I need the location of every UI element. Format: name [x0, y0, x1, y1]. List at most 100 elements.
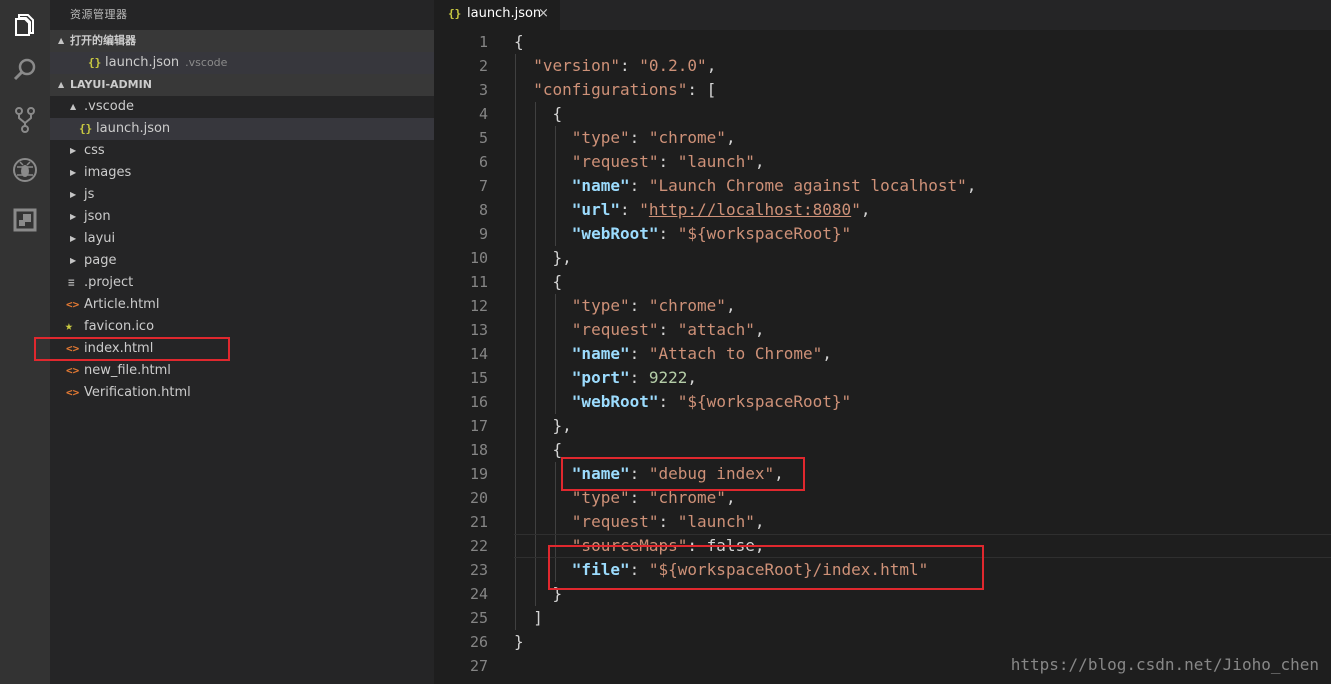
line-number: 6: [478, 153, 488, 171]
code-line: 14 "name": "Attach to Chrome",: [434, 342, 1331, 366]
tree-item-label: launch.json: [96, 121, 171, 136]
line-text: "request": "attach",: [571, 320, 765, 339]
line-number: 10: [469, 249, 488, 267]
line-text: "webRoot": "${workspaceRoot}": [571, 224, 852, 243]
tree-item-css[interactable]: ▶ css: [50, 140, 434, 162]
line-number: 23: [469, 561, 488, 579]
extensions-icon[interactable]: [0, 195, 50, 245]
tree-item-new-file-html[interactable]: <> new_file.html: [50, 360, 434, 382]
tree-item-label: .vscode: [84, 99, 134, 114]
collapsed-arrow-icon: ▶: [70, 146, 77, 155]
collapsed-arrow-icon: ▶: [70, 212, 77, 221]
debug-icon[interactable]: [0, 145, 50, 195]
code-line: 8 "url": "http://localhost:8080",: [434, 198, 1331, 222]
line-number: 2: [478, 57, 488, 75]
source-control-icon[interactable]: [0, 95, 50, 145]
tree-item-js[interactable]: ▶ js: [50, 184, 434, 206]
search-icon[interactable]: [0, 45, 50, 95]
code-line: 21 "request": "launch",: [434, 510, 1331, 534]
line-number: 1: [478, 33, 488, 51]
close-icon[interactable]: ×: [538, 0, 549, 28]
tree-item-layui[interactable]: ▶ layui: [50, 228, 434, 250]
tree-item-verification-html[interactable]: <> Verification.html: [50, 382, 434, 404]
tree-item-label: js: [84, 187, 95, 202]
tab-launch-json[interactable]: {} launch.json ×: [434, 0, 560, 30]
collapsed-arrow-icon: ▶: [70, 256, 77, 265]
json-file-icon: {}: [88, 56, 102, 69]
tree-item-vscode[interactable]: ▲ .vscode: [50, 96, 434, 118]
code-line: 6 "request": "launch",: [434, 150, 1331, 174]
line-number: 15: [469, 369, 488, 387]
collapsed-arrow-icon: ▶: [70, 168, 77, 177]
line-text: },: [514, 416, 572, 435]
line-number: 22: [469, 537, 488, 555]
code-line: 9 "webRoot": "${workspaceRoot}": [434, 222, 1331, 246]
tree-item-launch-json[interactable]: {} launch.json: [50, 118, 434, 140]
line-number: 9: [478, 225, 488, 243]
open-editor-item[interactable]: {} launch.json .vscode: [50, 52, 434, 74]
collapse-arrow-icon: ▲: [58, 80, 65, 89]
editor-tab-bar: {} launch.json ×: [434, 0, 1331, 30]
code-line: 11 {: [434, 270, 1331, 294]
line-number: 13: [469, 321, 488, 339]
expanded-arrow-icon: ▲: [70, 102, 77, 111]
code-line: 12 "type": "chrome",: [434, 294, 1331, 318]
tree-item-json[interactable]: ▶ json: [50, 206, 434, 228]
tree-item-images[interactable]: ▶ images: [50, 162, 434, 184]
line-number: 21: [469, 513, 488, 531]
line-text: {: [514, 32, 524, 51]
json-file-icon: {}: [79, 122, 93, 135]
line-number: 8: [478, 201, 488, 219]
json-file-icon: {}: [448, 7, 462, 20]
watermark: https://blog.csdn.net/Jioho_chen: [1010, 655, 1319, 674]
explorer-icon[interactable]: [0, 0, 50, 50]
project-label: LAYUI-ADMIN: [70, 78, 152, 91]
text-file-icon: ≡: [68, 276, 75, 289]
code-line: 10 },: [434, 246, 1331, 270]
line-text: ]: [514, 608, 543, 627]
line-text: "url": "http://localhost:8080",: [571, 200, 871, 219]
line-text: "type": "chrome",: [571, 128, 736, 147]
collapsed-arrow-icon: ▶: [70, 234, 77, 243]
line-number: 16: [469, 393, 488, 411]
tree-item-page[interactable]: ▶ page: [50, 250, 434, 272]
line-number: 26: [469, 633, 488, 651]
sidebar-title: 资源管理器: [70, 8, 128, 21]
html-file-icon: <>: [66, 364, 80, 377]
tree-item-project[interactable]: ≡ .project: [50, 272, 434, 294]
line-number: 27: [469, 657, 488, 675]
code-line: 5 "type": "chrome",: [434, 126, 1331, 150]
code-line: 1 {: [434, 30, 1331, 54]
line-number: 18: [469, 441, 488, 459]
line-number: 12: [469, 297, 488, 315]
line-text: "request": "launch",: [571, 152, 765, 171]
line-number: 7: [478, 177, 488, 195]
tab-label: launch.json: [467, 6, 542, 21]
line-text: "port": 9222,: [571, 368, 698, 387]
code-line: 3 "configurations": [: [434, 78, 1331, 102]
code-line: 15 "port": 9222,: [434, 366, 1331, 390]
highlight-box-file: [548, 545, 984, 590]
line-text: }: [514, 632, 524, 651]
tree-item-favicon[interactable]: ★ favicon.ico: [50, 316, 434, 338]
open-editors-header[interactable]: ▲ 打开的编辑器: [50, 30, 434, 52]
code-line: 7 "name": "Launch Chrome against localho…: [434, 174, 1331, 198]
open-editors-label: 打开的编辑器: [70, 34, 136, 47]
tree-item-article-html[interactable]: <> Article.html: [50, 294, 434, 316]
project-header[interactable]: ▲ LAYUI-ADMIN: [50, 74, 434, 96]
open-editor-filename: launch.json: [105, 55, 180, 70]
line-number: 5: [478, 129, 488, 147]
line-number: 4: [478, 105, 488, 123]
line-number: 20: [469, 489, 488, 507]
line-number: 17: [469, 417, 488, 435]
line-number: 24: [469, 585, 488, 603]
code-line: 2 "version": "0.2.0",: [434, 54, 1331, 78]
html-file-icon: <>: [66, 298, 80, 311]
code-line: 4 {: [434, 102, 1331, 126]
tree-item-label: page: [84, 253, 117, 268]
line-text: "type": "chrome",: [571, 296, 736, 315]
highlight-box-debug-name: [561, 457, 805, 491]
code-line: 13 "request": "attach",: [434, 318, 1331, 342]
code-line: 26 }: [434, 630, 1331, 654]
line-text: "name": "Launch Chrome against localhost…: [571, 176, 977, 195]
